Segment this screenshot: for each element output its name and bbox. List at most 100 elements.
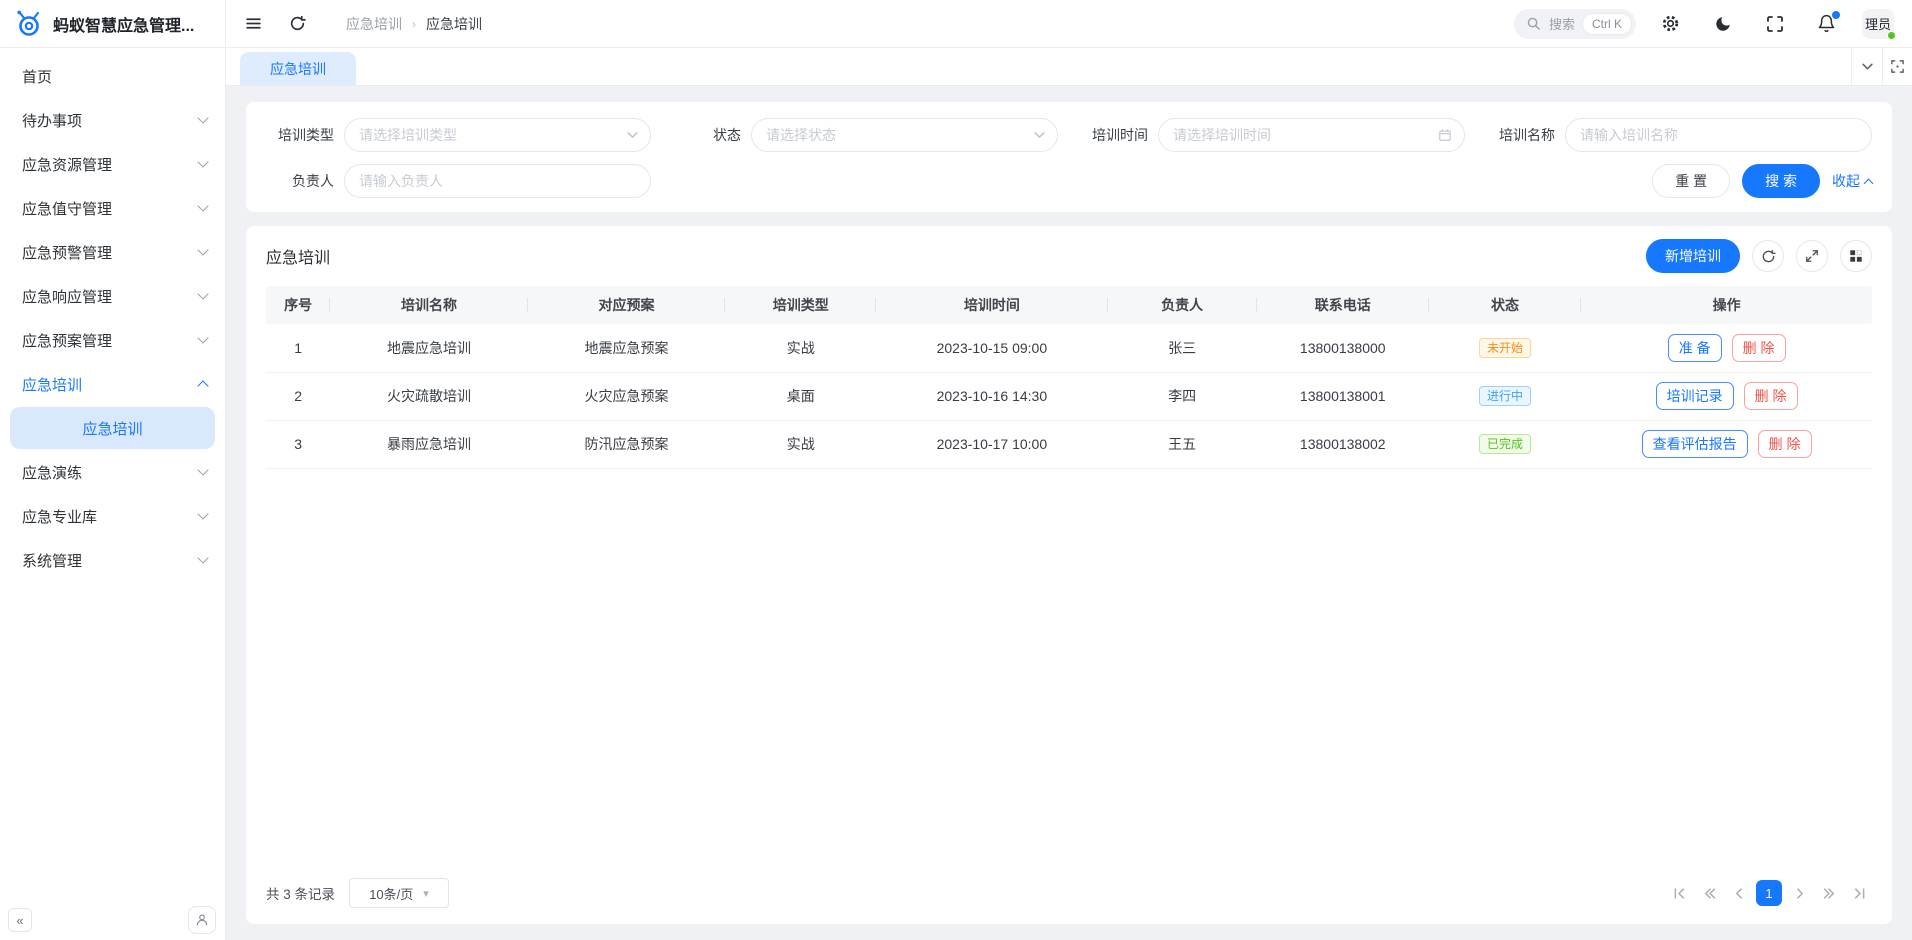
tab-training[interactable]: 应急培训	[240, 52, 356, 85]
notifications[interactable]	[1810, 7, 1844, 41]
online-status-dot	[1887, 31, 1896, 40]
col-phone: 联系电话	[1257, 286, 1429, 324]
training-table: 序号 培训名称 对应预案 培训类型 培训时间 负责人 联系电话 状态 操作	[266, 286, 1872, 469]
collapse-filters-link[interactable]: 收起	[1832, 171, 1872, 191]
chevron-down-icon	[197, 156, 208, 167]
table-header-row: 序号 培训名称 对应预案 培训类型 培训时间 负责人 联系电话 状态 操作	[266, 286, 1872, 324]
sidebar-item-plan-mgmt[interactable]: 应急预案管理	[0, 318, 225, 362]
delete-button[interactable]: 删 除	[1744, 382, 1798, 410]
col-name: 培训名称	[330, 286, 528, 324]
prepare-button[interactable]: 准 备	[1668, 334, 1722, 362]
table-title: 应急培训	[266, 244, 330, 268]
filter-label: 培训名称	[1487, 125, 1555, 145]
sidebar-item-system-mgmt[interactable]: 系统管理	[0, 538, 225, 582]
pagination-bar: 共 3 条记录 10条/页 ▾	[246, 864, 1892, 924]
sidebar-item-expert-library[interactable]: 应急专业库	[0, 494, 225, 538]
page-content: 培训类型 状态	[226, 86, 1912, 940]
search-label: 搜索	[1549, 14, 1575, 33]
training-type-select[interactable]	[344, 118, 651, 152]
table-row: 2 火灾疏散培训 火灾应急预案 桌面 2023-10-16 14:30 李四 1…	[266, 372, 1872, 420]
table-fullscreen-icon[interactable]	[1796, 240, 1828, 272]
col-status: 状态	[1429, 286, 1582, 324]
page-size-select[interactable]: 10条/页 ▾	[349, 878, 449, 908]
column-settings-icon[interactable]	[1840, 240, 1872, 272]
filter-owner: 负责人	[266, 164, 651, 198]
settings-gear-icon[interactable]	[1654, 7, 1688, 41]
reset-button[interactable]: 重 置	[1652, 164, 1730, 198]
training-table-card: 应急培训 新增培训	[246, 226, 1892, 924]
assistant-icon[interactable]	[188, 906, 216, 934]
back-five-pages-button[interactable]	[1696, 880, 1722, 906]
sidebar-item-todos[interactable]: 待办事项	[0, 98, 225, 142]
table-row: 3 暴雨应急培训 防汛应急预案 实战 2023-10-17 10:00 王五 1…	[266, 420, 1872, 468]
sidebar-item-drill[interactable]: 应急演练	[0, 450, 225, 494]
breadcrumb-current: 应急培训	[426, 14, 482, 34]
delete-button[interactable]: 删 除	[1732, 334, 1786, 362]
tab-bar: 应急培训	[226, 48, 1912, 86]
sidebar-subitem-training[interactable]: 应急培训	[10, 407, 215, 449]
chevron-down-icon	[197, 288, 208, 299]
status-select[interactable]	[751, 118, 1058, 152]
col-index: 序号	[266, 286, 330, 324]
search-button[interactable]: 搜 索	[1742, 164, 1820, 198]
filter-label: 培训时间	[1080, 125, 1148, 145]
delete-button[interactable]: 删 除	[1758, 430, 1812, 458]
sidebar-item-response-mgmt[interactable]: 应急响应管理	[0, 274, 225, 318]
breadcrumb: 应急培训 › 应急培训	[346, 14, 482, 34]
header-right-tools: 搜索 Ctrl K	[1514, 7, 1912, 41]
sidebar-item-home[interactable]: 首页	[0, 54, 225, 98]
status-badge: 已完成	[1479, 434, 1531, 454]
user-menu[interactable]: 理员	[1862, 9, 1894, 39]
col-actions: 操作	[1581, 286, 1872, 324]
filter-status: 状态	[673, 118, 1058, 152]
chevron-down-icon	[197, 508, 208, 519]
sidebar-collapse-button[interactable]: «	[8, 908, 32, 932]
training-name-input[interactable]	[1565, 118, 1872, 152]
sidebar-item-training[interactable]: 应急培训	[0, 362, 225, 406]
prev-page-button[interactable]	[1726, 880, 1752, 906]
chevron-down-icon	[197, 244, 208, 255]
content-maximize-icon[interactable]	[1882, 48, 1912, 85]
fullscreen-icon[interactable]	[1758, 7, 1792, 41]
chevron-up-icon	[197, 380, 208, 391]
col-type: 培训类型	[725, 286, 876, 324]
search-icon	[1526, 16, 1541, 31]
breadcrumb-parent[interactable]: 应急培训	[346, 14, 402, 34]
next-page-button[interactable]	[1786, 880, 1812, 906]
status-badge: 未开始	[1479, 338, 1531, 358]
view-report-button[interactable]: 查看评估报告	[1642, 430, 1748, 458]
forward-five-pages-button[interactable]	[1816, 880, 1842, 906]
table-refresh-icon[interactable]	[1752, 240, 1784, 272]
app-title: 蚂蚁智慧应急管理...	[53, 12, 194, 36]
top-header: 蚂蚁智慧应急管理... 应急培训 › 应急培训 搜索 Ctrl K	[0, 0, 1912, 48]
owner-input[interactable]	[344, 164, 651, 198]
global-search[interactable]: 搜索 Ctrl K	[1514, 9, 1636, 39]
sidebar-item-resource-mgmt[interactable]: 应急资源管理	[0, 142, 225, 186]
tab-list-dropdown-icon[interactable]	[1852, 48, 1882, 85]
calendar-icon	[1438, 128, 1452, 142]
sidebar-item-warning-mgmt[interactable]: 应急预警管理	[0, 230, 225, 274]
table-card-header: 应急培训 新增培训	[246, 226, 1892, 286]
pagination-controls: 1	[1666, 880, 1872, 906]
refresh-icon[interactable]	[280, 7, 314, 41]
training-time-datepicker[interactable]	[1158, 118, 1465, 152]
current-page-button[interactable]: 1	[1756, 880, 1782, 906]
chevron-down-icon	[197, 552, 208, 563]
filter-training-time: 培训时间	[1080, 118, 1465, 152]
dark-mode-moon-icon[interactable]	[1706, 7, 1740, 41]
first-page-button[interactable]	[1666, 880, 1692, 906]
last-page-button[interactable]	[1846, 880, 1872, 906]
training-record-button[interactable]: 培训记录	[1656, 382, 1734, 410]
add-training-button[interactable]: 新增培训	[1646, 239, 1740, 273]
tab-bar-controls	[1851, 48, 1912, 85]
sidebar-item-duty-mgmt[interactable]: 应急值守管理	[0, 186, 225, 230]
chevron-up-icon	[1864, 178, 1874, 188]
col-time: 培训时间	[876, 286, 1107, 324]
table-row: 1 地震应急培训 地震应急预案 实战 2023-10-15 09:00 张三 1…	[266, 324, 1872, 372]
col-owner: 负责人	[1108, 286, 1257, 324]
brand[interactable]: 蚂蚁智慧应急管理...	[0, 0, 226, 47]
menu-toggle-icon[interactable]	[236, 7, 270, 41]
sidebar: 首页 待办事项 应急资源管理 应急值守管理 应急预警管理 应急响应管理	[0, 48, 226, 940]
filter-panel: 培训类型 状态	[246, 102, 1892, 212]
filter-label: 培训类型	[266, 125, 334, 145]
